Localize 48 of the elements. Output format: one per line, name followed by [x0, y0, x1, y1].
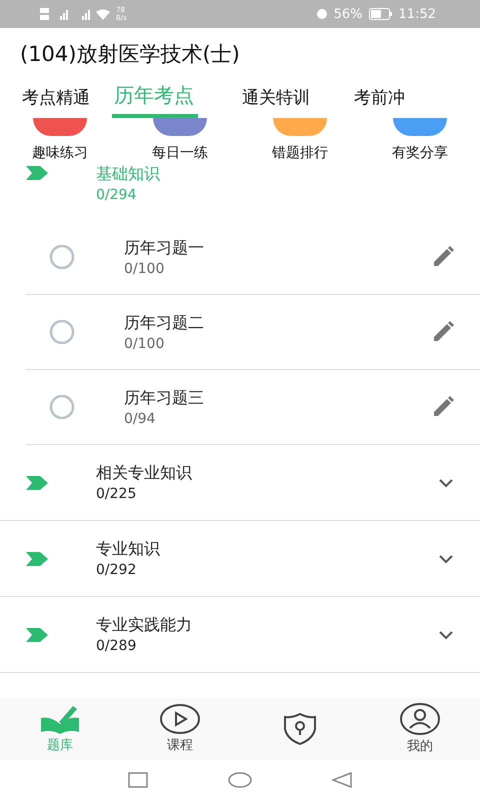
shortcut-label[interactable]: 趣味练习: [32, 144, 88, 162]
answered-count: 0/294: [96, 187, 138, 203]
answered-count: 0/289: [96, 638, 138, 654]
chevron-down-icon[interactable]: [438, 478, 454, 488]
battery-percent: 56%: [334, 6, 363, 22]
tag-icon: [26, 628, 48, 642]
shortcut-icon[interactable]: [393, 118, 447, 136]
tag-icon: [26, 166, 48, 180]
recent-apps-icon[interactable]: [128, 772, 148, 788]
tab[interactable]: 考前冲: [332, 76, 427, 118]
tag-icon: [26, 552, 48, 566]
nav-item[interactable]: 我的: [380, 703, 460, 755]
shield-icon: [283, 713, 317, 745]
shortcut-icon[interactable]: [33, 118, 87, 136]
exercise-title[interactable]: 历年习题一: [124, 238, 432, 258]
home-icon[interactable]: [228, 772, 252, 788]
pencil-icon[interactable]: [432, 321, 454, 343]
back-icon[interactable]: [332, 772, 352, 788]
section-title[interactable]: 专业实践能力: [96, 615, 438, 636]
pencil-icon[interactable]: [432, 246, 454, 268]
shortcut-label[interactable]: 错题排行: [272, 144, 328, 162]
exercise-title[interactable]: 历年习题二: [124, 312, 432, 334]
answered-count: 0/100: [124, 336, 166, 352]
shortcut-label[interactable]: 每日一练: [152, 144, 208, 162]
shortcut-label[interactable]: 有奖分享: [392, 144, 448, 162]
answered-count: 0/100: [124, 260, 166, 276]
tag-icon: [26, 476, 48, 490]
answered-count: 0/94: [124, 410, 156, 426]
battery-icon: [368, 8, 393, 20]
exercise-title[interactable]: 历年习题三: [124, 388, 432, 408]
clock: 11:52: [398, 6, 436, 22]
page-title: (104)放射医学技术(士): [19, 41, 241, 68]
shortcut-icon[interactable]: [153, 118, 207, 136]
play-icon: [160, 704, 200, 734]
answered-count: 0/225: [96, 486, 138, 502]
section-title[interactable]: 专业知识: [96, 539, 438, 560]
nav-item[interactable]: 课程: [140, 704, 220, 754]
chevron-down-icon[interactable]: [438, 630, 454, 640]
answered-count: 0/292: [96, 562, 138, 578]
section-title[interactable]: 相关专业知识: [96, 463, 438, 484]
user-icon: [400, 703, 440, 735]
book-icon: [39, 704, 81, 734]
signal-icon: [40, 7, 110, 21]
chevron-down-icon[interactable]: [438, 554, 454, 564]
shortcut-icon[interactable]: [273, 118, 327, 136]
pencil-icon[interactable]: [432, 396, 454, 418]
tab[interactable]: 考点精通: [0, 76, 112, 118]
tab[interactable]: 通关特训: [220, 76, 332, 118]
